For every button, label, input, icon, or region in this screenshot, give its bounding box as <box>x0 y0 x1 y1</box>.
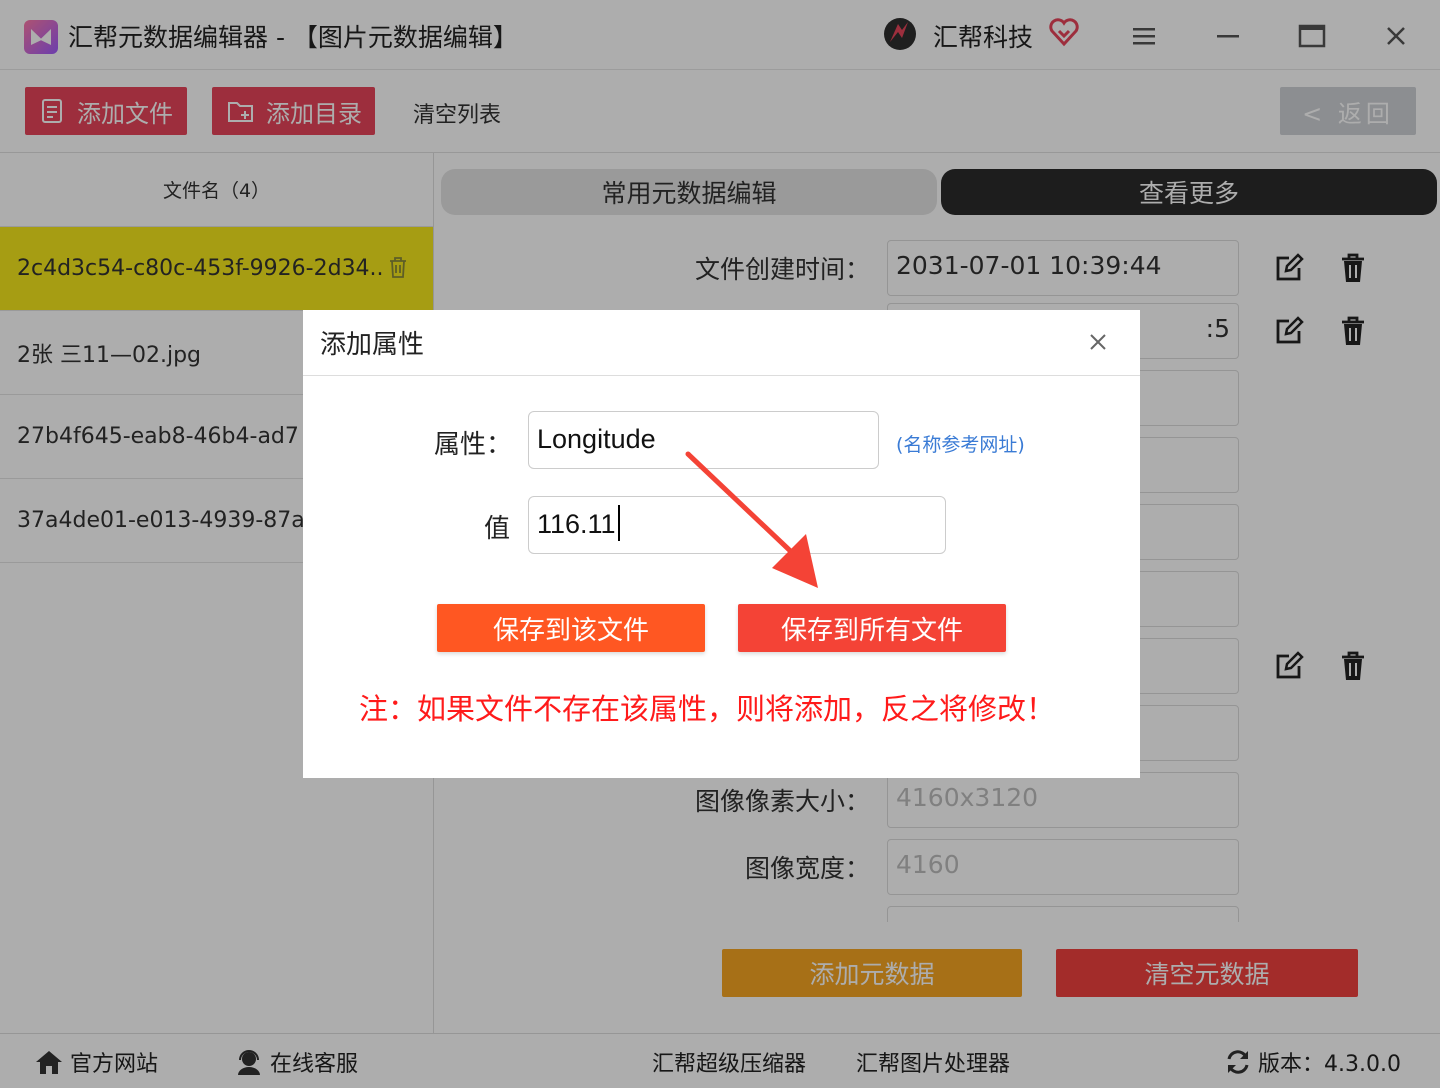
save-to-all-files-button[interactable]: 保存到所有文件 <box>738 604 1006 652</box>
dialog-header: 添加属性 <box>303 310 1140 376</box>
dialog-title: 添加属性 <box>320 330 425 360</box>
add-attribute-dialog: 添加属性 属性： Longitude (名称参考网址) 值 116.11 保存到… <box>303 310 1140 778</box>
value-input[interactable]: 116.11 <box>528 496 946 554</box>
name-reference-link[interactable]: (名称参考网址) <box>896 430 1025 457</box>
save-to-this-file-button[interactable]: 保存到该文件 <box>437 604 705 652</box>
attribute-input[interactable]: Longitude <box>528 411 879 469</box>
value-input-text: 116.11 <box>537 509 616 539</box>
dialog-note: 注：如果文件不存在该属性，则将添加，反之将修改！ <box>359 692 1056 726</box>
attribute-label: 属性： <box>434 430 513 460</box>
text-caret <box>617 504 620 541</box>
dialog-close-icon[interactable] <box>1086 330 1110 354</box>
value-label: 值 <box>484 514 511 544</box>
